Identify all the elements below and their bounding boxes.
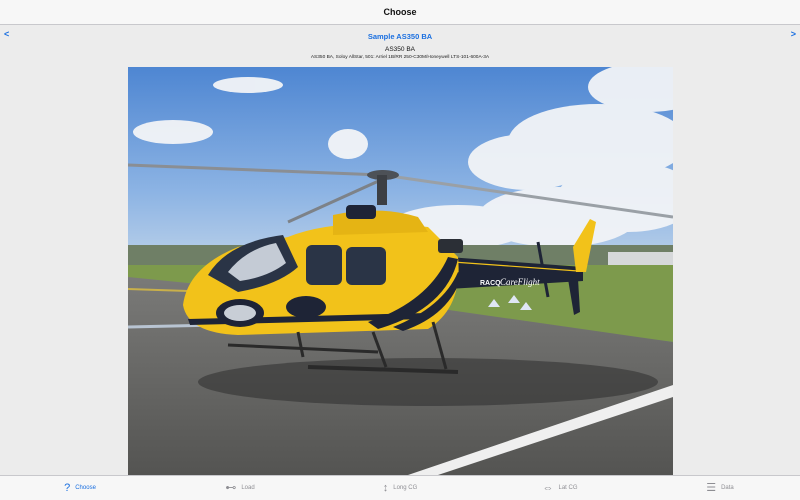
tab-load-label: Load xyxy=(241,485,255,491)
tab-long-cg[interactable]: ↕ Long CG xyxy=(320,476,480,500)
tab-choose-label: Choose xyxy=(75,485,96,491)
horizontal-arrows-icon: ⇔ xyxy=(542,481,554,494)
navigation-bar: Choose xyxy=(0,0,800,25)
tab-choose[interactable]: ? Choose xyxy=(0,476,160,500)
model-description: AS350 BA, Soloy AllStar, 501: Arriel 1B/… xyxy=(310,55,490,60)
tab-data[interactable]: ☰ Data xyxy=(640,476,800,500)
vertical-arrows-icon: ↕ xyxy=(382,481,389,494)
tab-lat-cg-label: Lat CG xyxy=(558,485,578,491)
helicopter-photo: RACQ CareFlight xyxy=(128,67,673,475)
tab-bar: ? Choose ⊷ Load ↕ Long CG ⇔ Lat CG ☰ Dat… xyxy=(0,475,800,500)
tab-load[interactable]: ⊷ Load xyxy=(160,476,320,500)
question-mark-icon: ? xyxy=(64,481,71,494)
fuselage-livery-text: CareFlight xyxy=(500,277,540,287)
list-icon: ☰ xyxy=(706,481,717,494)
nav-title: Choose xyxy=(383,7,417,17)
content-area: < > Sample AS350 BA AS350 BA AS350 BA, S… xyxy=(0,25,800,475)
tab-lat-cg[interactable]: ⇔ Lat CG xyxy=(480,476,640,500)
model-name: AS350 BA xyxy=(385,46,415,53)
tab-data-label: Data xyxy=(721,485,734,491)
dumbbell-icon: ⊷ xyxy=(225,481,237,494)
fuselage-badge-text: RACQ xyxy=(480,280,501,287)
sample-title: Sample AS350 BA xyxy=(367,32,433,41)
tab-long-cg-label: Long CG xyxy=(393,485,418,491)
